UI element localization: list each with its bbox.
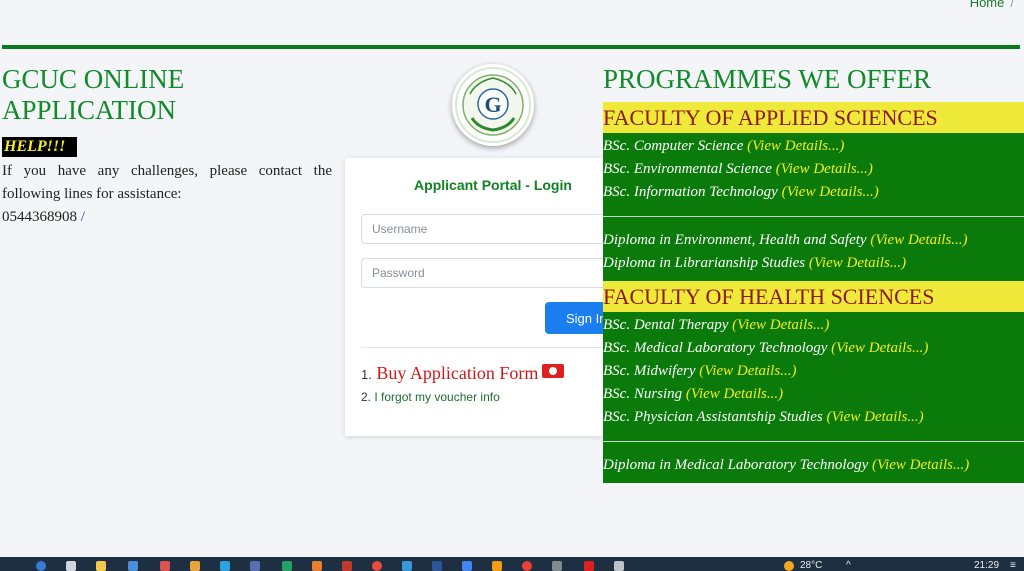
opera-icon[interactable] [372,561,382,571]
programme-item: BSc. Environmental Science (View Details… [603,158,1024,181]
notification-icon[interactable]: ≡ [1010,560,1016,571]
programme-name: Diploma in Librarianship Studies [603,255,806,271]
app-icon[interactable] [492,561,502,571]
faculty-programmes: BSc. Computer Science (View Details...) B… [603,133,1024,281]
view-details-link[interactable]: (View Details...) [809,255,906,271]
username-input[interactable] [361,214,603,244]
programme-divider [603,216,1024,217]
buy-application-form-link[interactable]: 1. Buy Application Form [361,362,565,386]
page-title-line2: APPLICATION [2,95,177,125]
help-badge: HELP!!! [2,137,78,157]
start-icon[interactable] [36,561,46,571]
sign-in-button[interactable]: Sign In [545,302,603,334]
chrome-icon[interactable] [522,561,532,571]
programmes-title: PROGRAMMES WE OFFER [603,64,932,94]
excel-icon[interactable] [282,561,292,571]
forgot-voucher-link[interactable]: 2. I forgot my voucher info [361,386,564,408]
page-title: GCUC ONLINE APPLICATION [2,64,262,126]
ticket-icon [542,364,565,378]
view-details-link[interactable]: (View Details...) [686,386,783,402]
pdf-icon[interactable] [584,561,594,571]
programme-name: BSc. Physician Assistantship Studies [603,409,823,425]
view-details-link[interactable]: (View Details...) [699,363,796,379]
programme-name: BSc. Environmental Science [603,161,772,177]
app-icon[interactable] [190,561,200,571]
view-details-link[interactable]: (View Details...) [732,317,829,333]
login-divider [361,347,603,348]
programme-name: Diploma in Medical Laboratory Technology [603,457,869,473]
header-divider [2,45,1020,49]
programme-name: BSc. Midwifery [603,363,696,379]
faculty-heading: FACULTY OF HEALTH SCIENCES [603,281,1024,312]
login-title: Applicant Portal - Login [414,177,572,193]
explorer-icon[interactable] [66,561,76,571]
programme-name: BSc. Information Technology [603,184,778,200]
help-text: If you have any challenges, please conta… [2,163,332,202]
password-input[interactable] [361,258,603,288]
weather-icon [784,561,794,571]
programme-divider [603,441,1024,442]
forgot-voucher-label: I forgot my voucher info [374,390,500,404]
os-taskbar: 28°C ^ 21:29 ≡ [0,557,1024,571]
chevron-up-icon[interactable]: ^ [846,560,851,571]
programme-name: Diploma in Environment, Health and Safet… [603,232,867,248]
programme-item: BSc. Dental Therapy (View Details...) [603,314,1024,337]
university-seal-icon: G [455,67,531,143]
programme-item: BSc. Information Technology (View Detail… [603,181,1024,204]
logo-letter: G [484,92,501,117]
programme-item: BSc. Nursing (View Details...) [603,383,1024,406]
mail-icon[interactable] [128,561,138,571]
programmes-list: FACULTY OF APPLIED SCIENCES BSc. Computer… [603,102,1024,483]
app-icon[interactable] [462,561,472,571]
buy-application-form-label: Buy Application Form [376,363,539,383]
page-title-line1: GCUC ONLINE [2,64,185,94]
view-details-link[interactable]: (View Details...) [776,161,873,177]
phone-separator: / [80,209,85,225]
view-details-link[interactable]: (View Details...) [872,457,969,473]
app-icon[interactable] [312,561,322,571]
programme-item: Diploma in Medical Laboratory Technology… [603,454,1024,477]
view-details-link[interactable]: (View Details...) [870,232,967,248]
programme-item: BSc. Medical Laboratory Technology (View… [603,337,1024,360]
app-icon[interactable] [250,561,260,571]
app-icon[interactable] [402,561,412,571]
programme-item: BSc. Physician Assistantship Studies (Vi… [603,406,1024,429]
app-icon[interactable] [160,561,170,571]
breadcrumb-home-link[interactable]: Home [970,0,1005,10]
folder-icon[interactable] [96,561,106,571]
phone-number: 0544368908 [2,209,77,225]
programme-item: Diploma in Environment, Health and Safet… [603,229,1024,252]
temperature-readout[interactable]: 28°C [800,560,822,571]
clock[interactable]: 21:29 [974,560,999,571]
faculty-programmes: BSc. Dental Therapy (View Details...) BSc… [603,312,1024,483]
link-number: 1. [361,367,372,382]
university-logo: G [452,64,534,146]
app-icon[interactable] [614,561,624,571]
programme-name: BSc. Dental Therapy [603,317,729,333]
telegram-icon[interactable] [220,561,230,571]
programme-name: BSc. Computer Science [603,138,744,154]
breadcrumb-separator: / [1010,0,1014,10]
breadcrumb: Home / [970,0,1014,10]
programme-item: BSc. Computer Science (View Details...) [603,135,1024,158]
programme-item: BSc. Midwifery (View Details...) [603,360,1024,383]
view-details-link[interactable]: (View Details...) [831,340,928,356]
programme-name: BSc. Medical Laboratory Technology [603,340,828,356]
link-number: 2. [361,390,372,404]
faculty-heading: FACULTY OF APPLIED SCIENCES [603,102,1024,133]
view-details-link[interactable]: (View Details...) [747,138,844,154]
login-card: Applicant Portal - Login Sign In 1. Buy … [345,158,603,436]
contact-phone: 0544368908 / [2,206,85,229]
programme-name: BSc. Nursing [603,386,683,402]
view-details-link[interactable]: (View Details...) [782,184,879,200]
programme-item: Diploma in Librarianship Studies (View D… [603,252,1024,275]
app-icon[interactable] [552,561,562,571]
login-links: 1. Buy Application Form 2. I forgot my v… [361,362,565,408]
word-icon[interactable] [432,561,442,571]
app-icon[interactable] [342,561,352,571]
view-details-link[interactable]: (View Details...) [826,409,923,425]
